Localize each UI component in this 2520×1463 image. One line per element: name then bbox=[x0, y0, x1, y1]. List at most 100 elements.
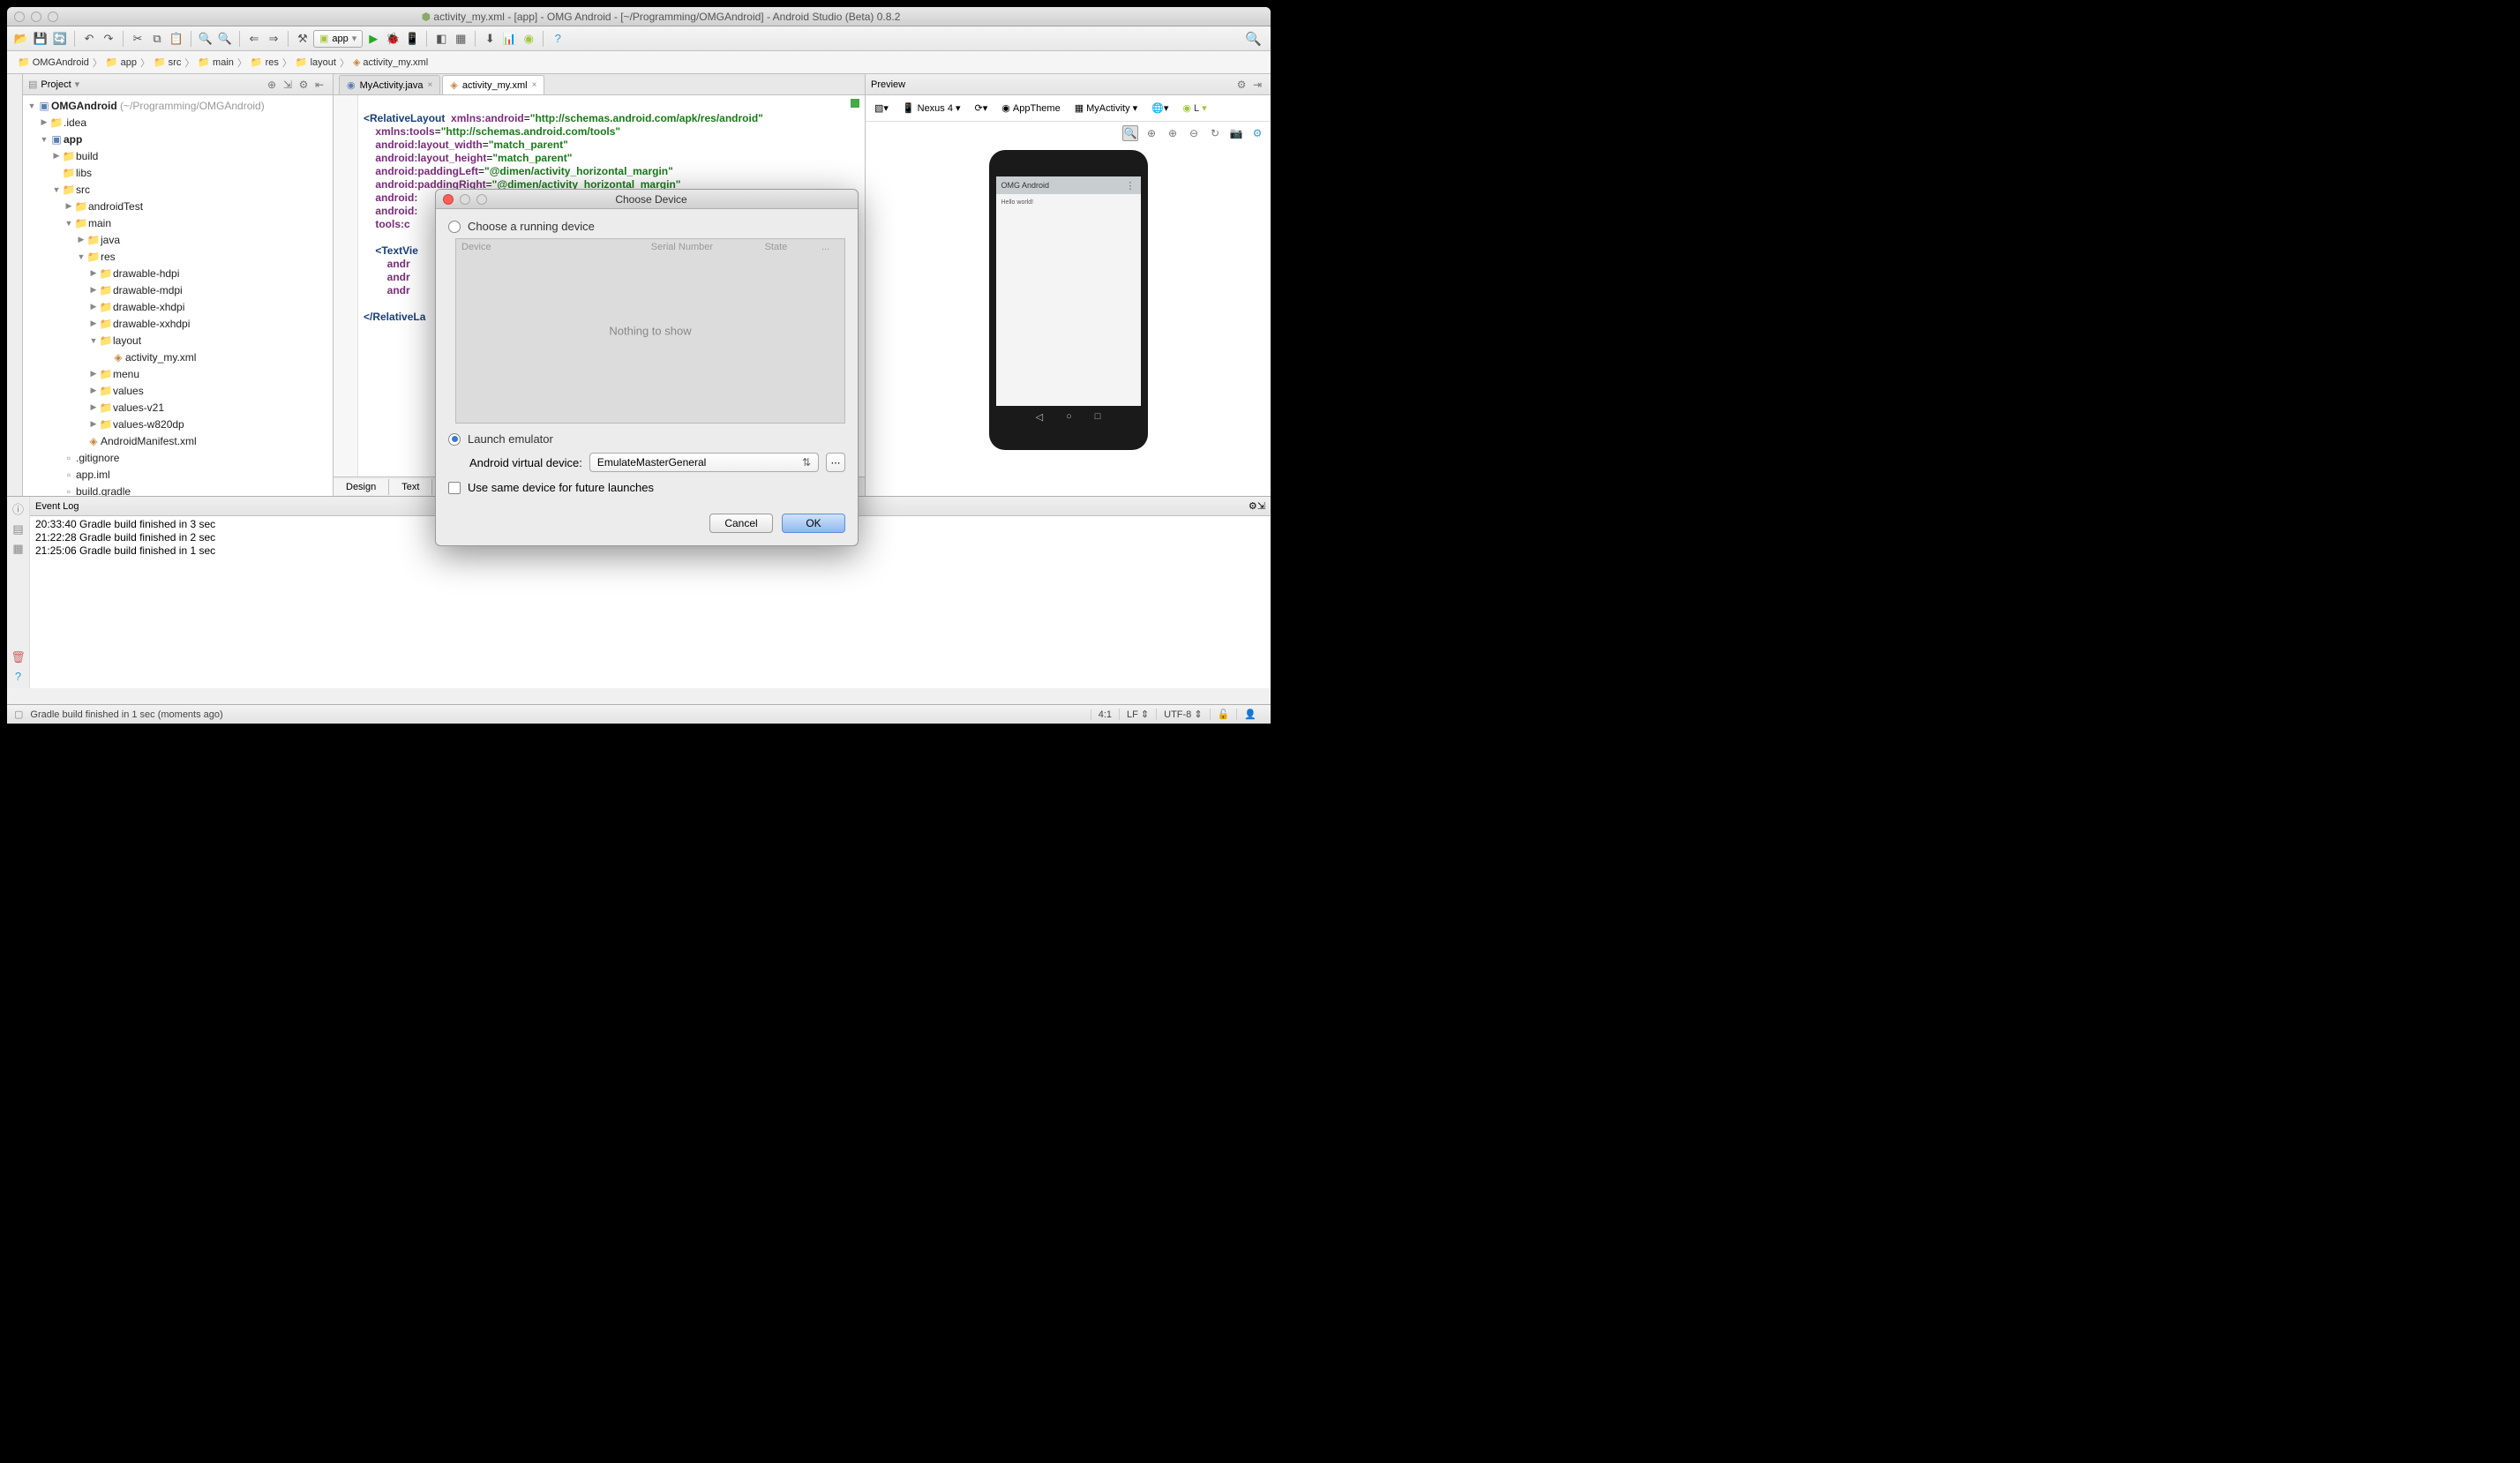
tree-item[interactable]: ▼📁res bbox=[23, 248, 333, 265]
screenshot-icon[interactable]: 📷 bbox=[1228, 125, 1244, 141]
help-icon[interactable]: ? bbox=[15, 670, 21, 683]
zoom-in-icon[interactable]: ⊕ bbox=[1165, 125, 1181, 141]
cursor-position[interactable]: 4:1 bbox=[1091, 709, 1119, 720]
crumb-src[interactable]: 📁src bbox=[148, 55, 186, 70]
avd-manager-button[interactable]: ⋯ bbox=[826, 453, 845, 472]
cut-icon[interactable]: ✂ bbox=[129, 30, 146, 48]
run-config-dropdown[interactable]: ▣app▾ bbox=[313, 30, 363, 48]
zoom-fit-icon[interactable]: 🔍 bbox=[1122, 125, 1138, 141]
crumb-layout[interactable]: 📁layout bbox=[290, 55, 341, 70]
tree-item[interactable]: ▶📁.idea bbox=[23, 114, 333, 131]
tree-item[interactable]: ▶📁menu bbox=[23, 365, 333, 382]
tree-item[interactable]: ▶📁values-v21 bbox=[23, 399, 333, 416]
save-icon[interactable]: 💾 bbox=[32, 30, 49, 48]
clear-icon[interactable]: 🗑 bbox=[11, 650, 26, 664]
checkbox-icon[interactable] bbox=[448, 482, 461, 494]
zoom-out-icon[interactable]: ⊖ bbox=[1186, 125, 1202, 141]
config-dropdown[interactable]: ▧▾ bbox=[869, 100, 894, 117]
radio-launch-emulator[interactable]: Launch emulator bbox=[448, 432, 845, 446]
tree-item[interactable]: 📁libs bbox=[23, 164, 333, 181]
tree-item[interactable]: ▶📁java bbox=[23, 231, 333, 248]
dialog-titlebar[interactable]: Choose Device bbox=[436, 190, 858, 209]
tree-item[interactable]: ▫build.gradle bbox=[23, 483, 333, 496]
gear-icon[interactable]: ⚙ bbox=[1249, 500, 1257, 512]
make-icon[interactable]: ⚒ bbox=[294, 30, 311, 48]
find-icon[interactable]: 🔍 bbox=[197, 30, 214, 48]
debug-icon[interactable]: 🐞 bbox=[384, 30, 401, 48]
replace-icon[interactable]: 🔍 bbox=[216, 30, 234, 48]
forward-icon[interactable]: ⇒ bbox=[265, 30, 282, 48]
expand-icon[interactable]: ▦ bbox=[12, 542, 23, 556]
tree-item[interactable]: ▼📁main bbox=[23, 214, 333, 231]
tree-item[interactable]: ▼▣app bbox=[23, 131, 333, 147]
hide-icon[interactable]: ⇲ bbox=[1257, 500, 1265, 512]
file-encoding[interactable]: UTF-8 ⇕ bbox=[1156, 709, 1209, 720]
tree-item[interactable]: ◈AndroidManifest.xml bbox=[23, 432, 333, 449]
lock-icon[interactable]: 🔓 bbox=[1210, 709, 1237, 720]
crumb-project[interactable]: 📁OMGAndroid bbox=[12, 55, 94, 70]
attach-icon[interactable]: 📱 bbox=[403, 30, 421, 48]
remember-checkbox-row[interactable]: Use same device for future launches bbox=[448, 481, 845, 494]
avd-icon[interactable]: ▦ bbox=[452, 30, 469, 48]
editor-tab-xml[interactable]: ◈activity_my.xml× bbox=[442, 75, 544, 94]
radio-icon[interactable] bbox=[448, 433, 461, 446]
hector-icon[interactable]: 👤 bbox=[1236, 709, 1264, 720]
ok-button[interactable]: OK bbox=[782, 514, 845, 533]
tree-item[interactable]: ▶📁values-w820dp bbox=[23, 416, 333, 432]
scroll-from-source-icon[interactable]: ⊕ bbox=[264, 79, 280, 91]
stop-icon[interactable]: ◧ bbox=[432, 30, 450, 48]
back-icon[interactable]: ⇐ bbox=[245, 30, 263, 48]
gear-icon[interactable]: ⚙ bbox=[1234, 79, 1249, 91]
paste-icon[interactable]: 📋 bbox=[168, 30, 185, 48]
activity-dropdown[interactable]: ▦MyActivity▾ bbox=[1069, 100, 1143, 117]
device-dropdown[interactable]: 📱Nexus 4▾ bbox=[897, 100, 966, 117]
zoom-window-icon[interactable] bbox=[48, 11, 58, 22]
tree-item[interactable]: ▶📁drawable-hdpi bbox=[23, 265, 333, 281]
tree-item[interactable]: ▼📁src bbox=[23, 181, 333, 198]
radio-running-device[interactable]: Choose a running device bbox=[448, 220, 845, 233]
theme-dropdown[interactable]: ◉AppTheme bbox=[996, 100, 1065, 117]
tree-item[interactable]: ▶📁drawable-mdpi bbox=[23, 281, 333, 298]
close-icon[interactable]: × bbox=[428, 80, 433, 90]
editor-tab-java[interactable]: ◉MyActivity.java× bbox=[339, 75, 440, 94]
settings-icon[interactable]: ⚙ bbox=[1249, 125, 1265, 141]
tree-item[interactable]: ▼📁layout bbox=[23, 332, 333, 349]
refresh-icon[interactable]: ↻ bbox=[1207, 125, 1223, 141]
project-tree[interactable]: ▼▣OMGAndroid (~/Programming/OMGAndroid) … bbox=[23, 95, 333, 496]
info-icon[interactable]: ⓘ bbox=[12, 500, 24, 517]
run-icon[interactable]: ▶ bbox=[364, 30, 382, 48]
left-tool-stripe[interactable] bbox=[7, 74, 23, 496]
copy-icon[interactable]: ⧉ bbox=[148, 30, 166, 48]
api-dropdown[interactable]: ◉L▾ bbox=[1177, 100, 1211, 117]
tree-item[interactable]: ▶📁values bbox=[23, 382, 333, 399]
line-separator[interactable]: LF ⇕ bbox=[1119, 709, 1156, 720]
sync-icon[interactable]: 🔄 bbox=[51, 30, 69, 48]
close-window-icon[interactable] bbox=[14, 11, 25, 22]
minimize-window-icon[interactable] bbox=[31, 11, 41, 22]
radio-icon[interactable] bbox=[448, 221, 461, 233]
redo-icon[interactable]: ↷ bbox=[100, 30, 117, 48]
hide-icon[interactable]: ⇥ bbox=[1249, 79, 1265, 91]
hide-icon[interactable]: ⇤ bbox=[311, 79, 327, 91]
undo-icon[interactable]: ↶ bbox=[80, 30, 98, 48]
orientation-dropdown[interactable]: ⟳▾ bbox=[970, 100, 994, 117]
settings-icon[interactable]: ⚙ bbox=[296, 79, 311, 91]
search-everywhere-icon[interactable]: 🔍 bbox=[1245, 31, 1262, 47]
crumb-file[interactable]: ◈activity_my.xml bbox=[348, 55, 433, 70]
tree-item[interactable]: ▶📁build bbox=[23, 147, 333, 164]
help-icon[interactable]: ? bbox=[549, 30, 566, 48]
tree-item[interactable]: ▶📁androidTest bbox=[23, 198, 333, 214]
close-icon[interactable]: × bbox=[532, 80, 537, 90]
avd-select[interactable]: EmulateMasterGeneral⇅ bbox=[589, 453, 819, 472]
open-icon[interactable]: 📂 bbox=[12, 30, 30, 48]
tab-text[interactable]: Text bbox=[389, 479, 432, 495]
crumb-main[interactable]: 📁main bbox=[192, 55, 239, 70]
tab-design[interactable]: Design bbox=[334, 479, 389, 495]
zoom-actual-icon[interactable]: ⊕ bbox=[1144, 125, 1159, 141]
crumb-res[interactable]: 📁res bbox=[245, 55, 284, 70]
tree-item[interactable]: ▫app.iml bbox=[23, 466, 333, 483]
cancel-button[interactable]: Cancel bbox=[709, 514, 773, 533]
tree-item[interactable]: ▶📁drawable-xhdpi bbox=[23, 298, 333, 315]
monitor-icon[interactable]: 📊 bbox=[500, 30, 518, 48]
tree-item[interactable]: ▶📁drawable-xxhdpi bbox=[23, 315, 333, 332]
